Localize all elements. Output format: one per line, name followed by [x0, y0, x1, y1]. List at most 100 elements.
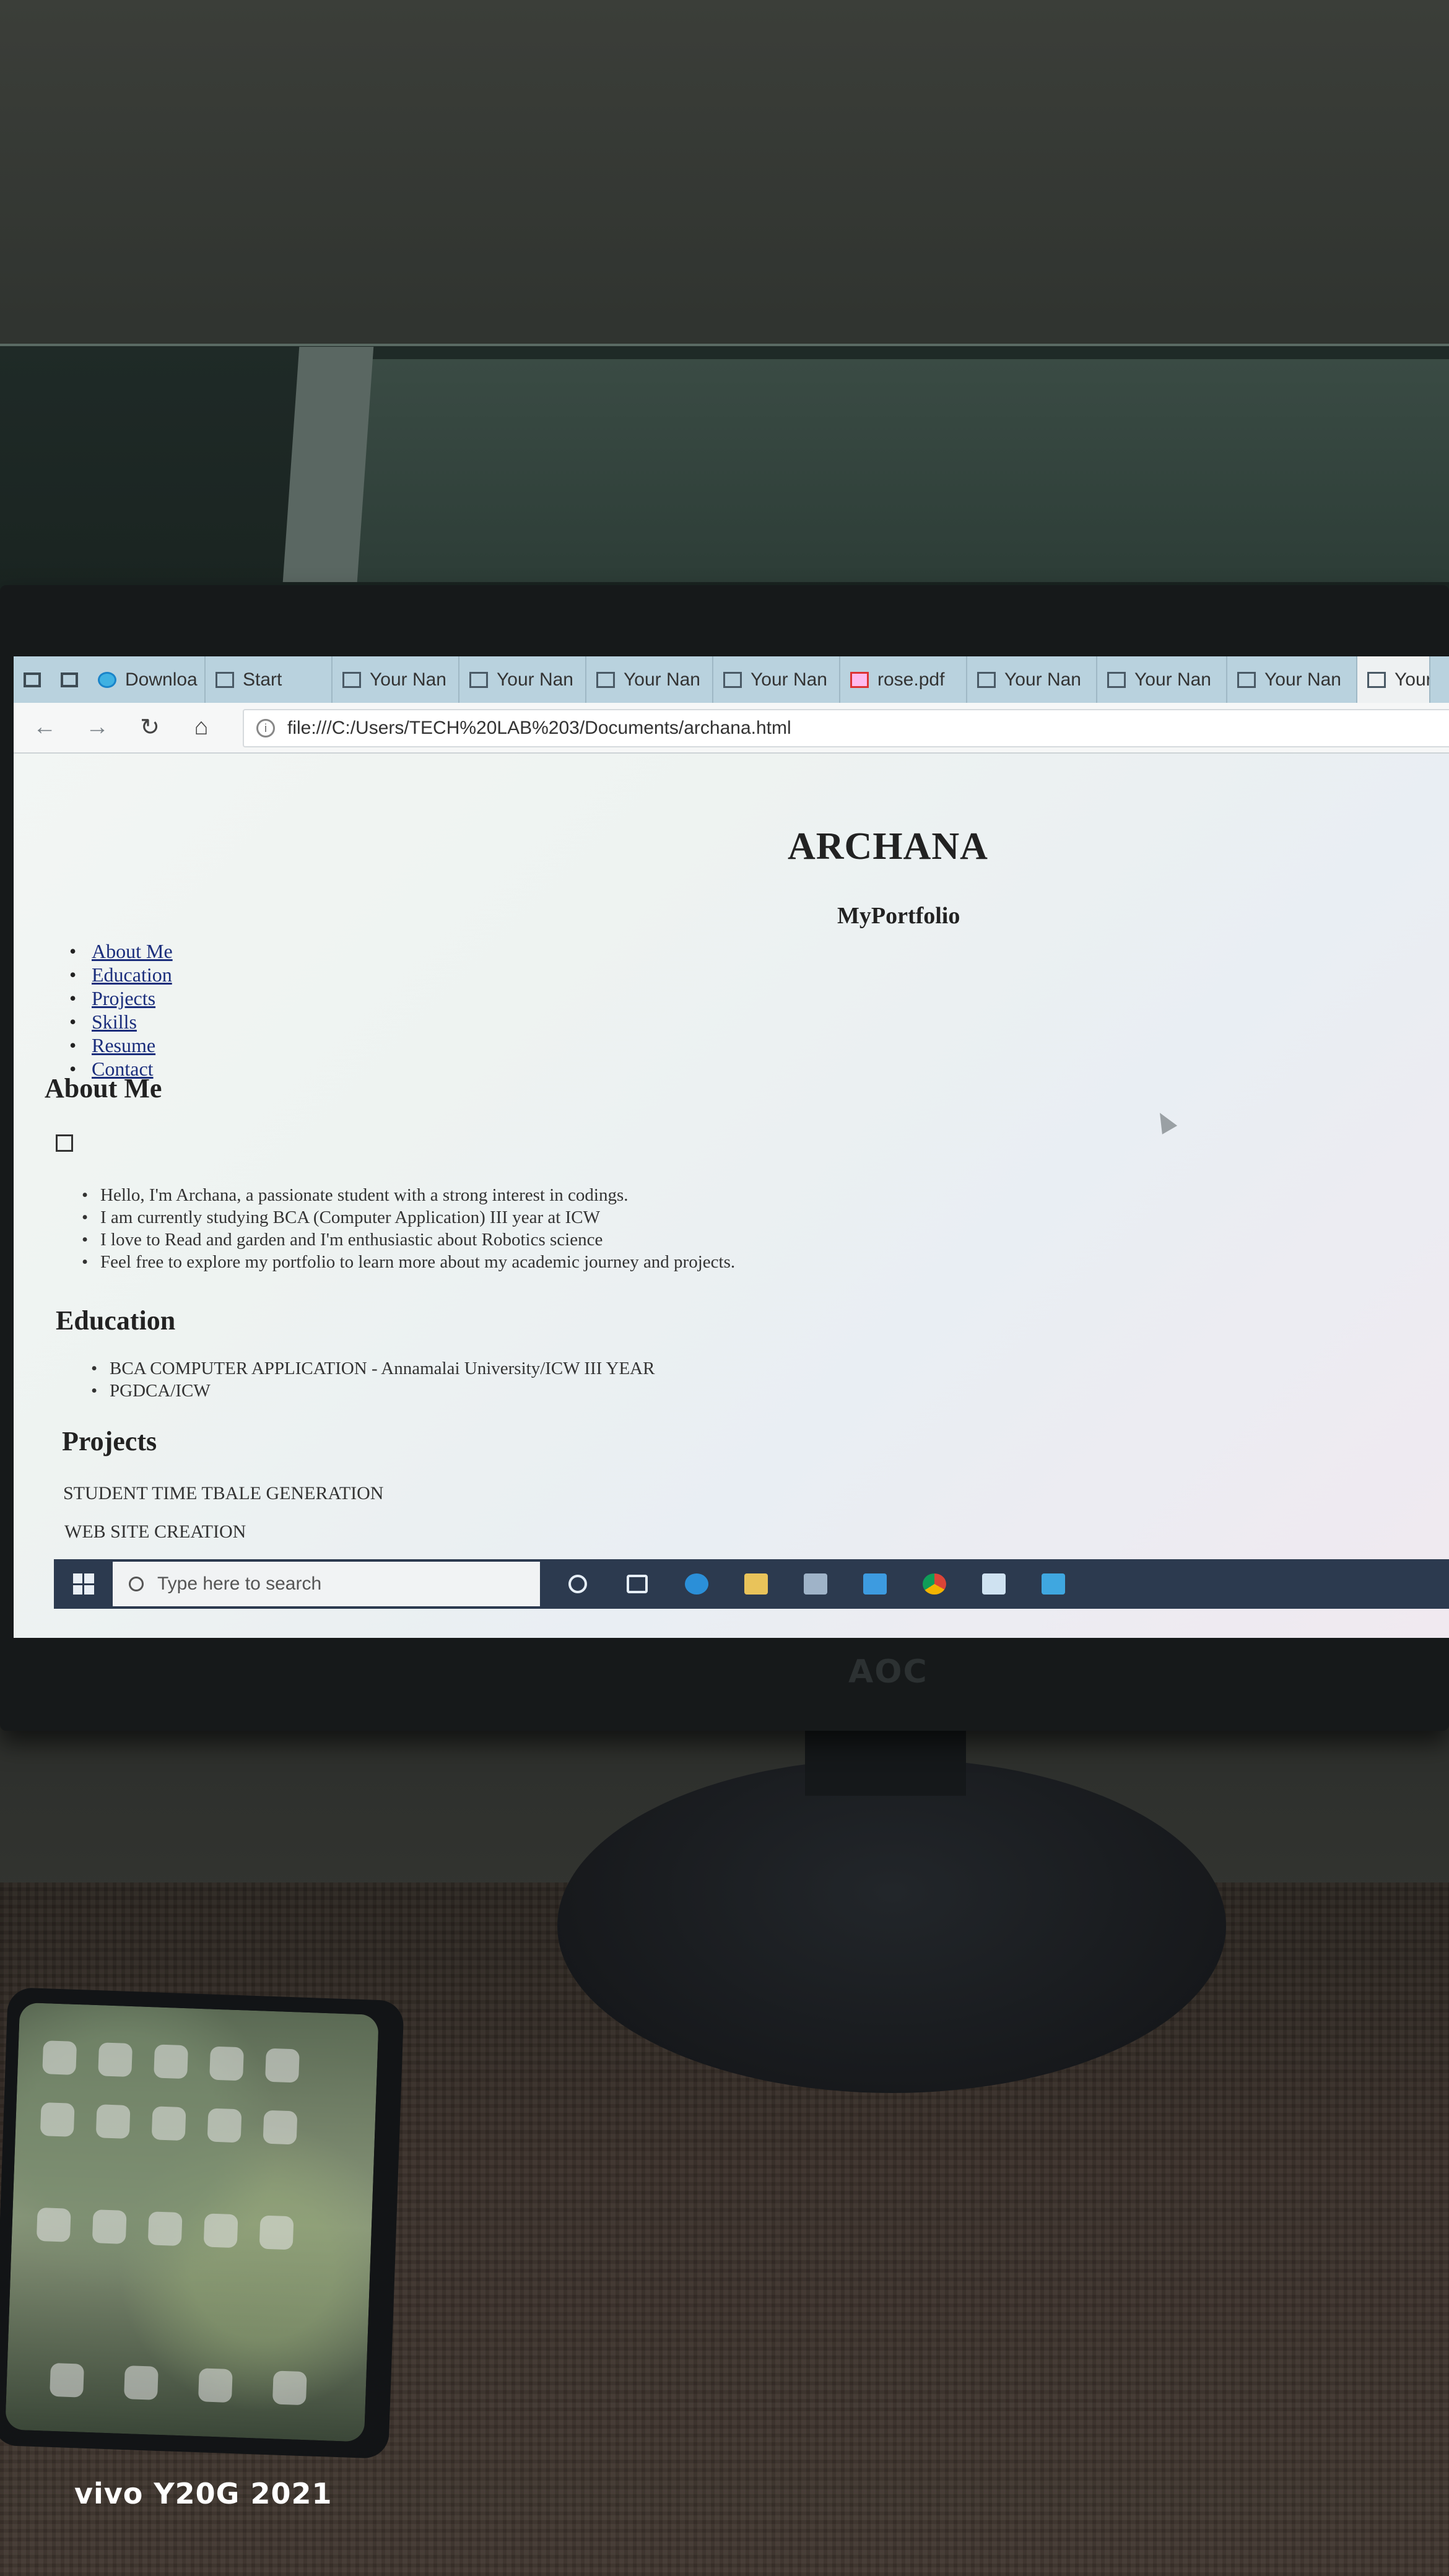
tab-your-name-7[interactable]: Your Nan	[1227, 656, 1357, 703]
nav-link-education[interactable]: Education	[92, 964, 172, 986]
projects-heading: Projects	[62, 1426, 157, 1456]
web-page: ARCHANA MyPortfolio About Me Education P…	[14, 754, 1449, 1596]
nav-link-skills[interactable]: Skills	[92, 1011, 137, 1033]
app-icon	[263, 2110, 298, 2145]
tab-your-name-1[interactable]: Your Nan	[333, 656, 459, 703]
list-item: PGDCA/ICW	[91, 1380, 655, 1402]
back-arrow-icon[interactable]: ←	[29, 711, 60, 742]
app-icon	[92, 2209, 127, 2244]
nav-item: Skills	[69, 1010, 173, 1033]
list-item: BCA COMPUTER APPLICATION - Annamalai Uni…	[91, 1357, 655, 1380]
page-icon	[723, 671, 742, 688]
tab-label: Start	[243, 669, 282, 690]
tab-rose-pdf[interactable]: rose.pdf	[840, 656, 967, 703]
forward-arrow-icon[interactable]: →	[82, 711, 113, 742]
list-item: Feel free to explore my portfolio to lea…	[82, 1251, 735, 1273]
tab-actions-icon	[24, 672, 41, 687]
page-subtitle: MyPortfolio	[837, 903, 960, 929]
browser-tab-bar: Downloa Start Your Nan Your Nan Your Nan…	[14, 656, 1449, 703]
tab-your-name-4[interactable]: Your Nan	[713, 656, 840, 703]
app-icon	[42, 2040, 77, 2075]
home-icon[interactable]: ⌂	[186, 711, 217, 742]
tab-actions-button[interactable]	[14, 656, 51, 703]
page-icon	[215, 671, 234, 688]
tabs-aside-button[interactable]	[51, 656, 88, 703]
nav-item: About Me	[69, 939, 173, 963]
phone-screen	[5, 2002, 379, 2442]
mouse-cursor-icon	[1152, 1108, 1178, 1134]
app-icon	[36, 2207, 71, 2242]
tab-label: Your Nan	[1004, 669, 1081, 690]
notepad-icon[interactable]	[972, 1562, 1016, 1606]
tab-label: Your Nan	[1264, 669, 1341, 690]
list-item: I love to Read and garden and I'm enthus…	[82, 1229, 735, 1251]
list-item: Hello, I'm Archana, a passionate student…	[82, 1184, 735, 1206]
chrome-icon[interactable]	[913, 1562, 956, 1606]
pdf-icon	[850, 671, 869, 688]
taskbar-search-input[interactable]: Type here to search	[113, 1562, 540, 1606]
page-icon	[469, 671, 488, 688]
store-icon[interactable]	[794, 1562, 837, 1606]
address-bar: ← → ↻ ⌂ i file:///C:/Users/TECH%20LAB%20…	[14, 703, 1449, 754]
app-icon	[209, 2046, 244, 2081]
app-icon	[124, 2365, 159, 2400]
refresh-icon[interactable]: ↻	[134, 711, 165, 742]
education-heading: Education	[56, 1305, 176, 1336]
tab-label: Downloa	[125, 669, 198, 690]
tabs-aside-icon	[61, 672, 78, 687]
app-icon	[207, 2108, 242, 2143]
page-icon	[1237, 671, 1256, 688]
page-icon	[977, 671, 996, 688]
page-icon	[1367, 671, 1386, 688]
camera-watermark: vivo Y20G 2021	[74, 2477, 333, 2510]
file-explorer-icon[interactable]	[734, 1562, 778, 1606]
app-icon	[154, 2044, 188, 2079]
page-icon	[596, 671, 615, 688]
nav-item: Education	[69, 963, 173, 986]
app-icon	[95, 2104, 131, 2139]
tab-active[interactable]: Your	[1357, 656, 1430, 703]
tab-start[interactable]: Start	[206, 656, 333, 703]
app-icon	[203, 2213, 238, 2248]
url-text: file:///C:/Users/TECH%20LAB%203/Document…	[287, 718, 791, 738]
nav-item: Projects	[69, 986, 173, 1010]
monitor-screen: Downloa Start Your Nan Your Nan Your Nan…	[14, 656, 1449, 1638]
start-button[interactable]	[54, 1559, 113, 1609]
nav-link-resume[interactable]: Resume	[92, 1034, 155, 1056]
about-list: Hello, I'm Archana, a passionate student…	[82, 1184, 735, 1273]
tab-your-name-2[interactable]: Your Nan	[459, 656, 586, 703]
url-field[interactable]: i file:///C:/Users/TECH%20LAB%203/Docume…	[243, 709, 1449, 747]
tab-label: Your Nan	[497, 669, 573, 690]
task-view-icon[interactable]	[616, 1562, 659, 1606]
about-heading: About Me	[45, 1073, 162, 1103]
app-icon	[151, 2106, 186, 2141]
nav-link-about-me[interactable]: About Me	[92, 940, 173, 962]
app-icon	[98, 2042, 133, 2078]
tab-your-name-5[interactable]: Your Nan	[967, 656, 1097, 703]
windows-taskbar: Type here to search	[54, 1559, 1449, 1609]
page-title: ARCHANA	[788, 825, 988, 868]
paint-icon[interactable]	[1032, 1562, 1075, 1606]
app-icon	[265, 2048, 300, 2083]
tab-label: Your Nan	[1134, 669, 1211, 690]
tab-label: Your Nan	[370, 669, 446, 690]
tab-label: Your	[1395, 669, 1430, 690]
project-item: WEB SITE CREATION	[64, 1521, 246, 1542]
tab-your-name-3[interactable]: Your Nan	[586, 656, 713, 703]
edge-icon	[98, 671, 116, 688]
tab-your-name-6[interactable]: Your Nan	[1097, 656, 1227, 703]
app-icon	[147, 2211, 183, 2247]
nav-link-projects[interactable]: Projects	[92, 987, 155, 1009]
tab-downloads[interactable]: Downloa	[88, 656, 206, 703]
smartphone	[0, 1987, 404, 2459]
page-icon	[342, 671, 361, 688]
info-icon[interactable]: i	[256, 719, 275, 738]
page-icon	[1107, 671, 1126, 688]
app-icon	[259, 2215, 294, 2250]
app-icon	[198, 2368, 233, 2403]
edge-taskbar-icon[interactable]	[675, 1562, 718, 1606]
mail-icon[interactable]	[853, 1562, 897, 1606]
cortana-icon[interactable]	[556, 1562, 599, 1606]
tab-label: Your Nan	[751, 669, 827, 690]
education-list: BCA COMPUTER APPLICATION - Annamalai Uni…	[91, 1357, 655, 1402]
